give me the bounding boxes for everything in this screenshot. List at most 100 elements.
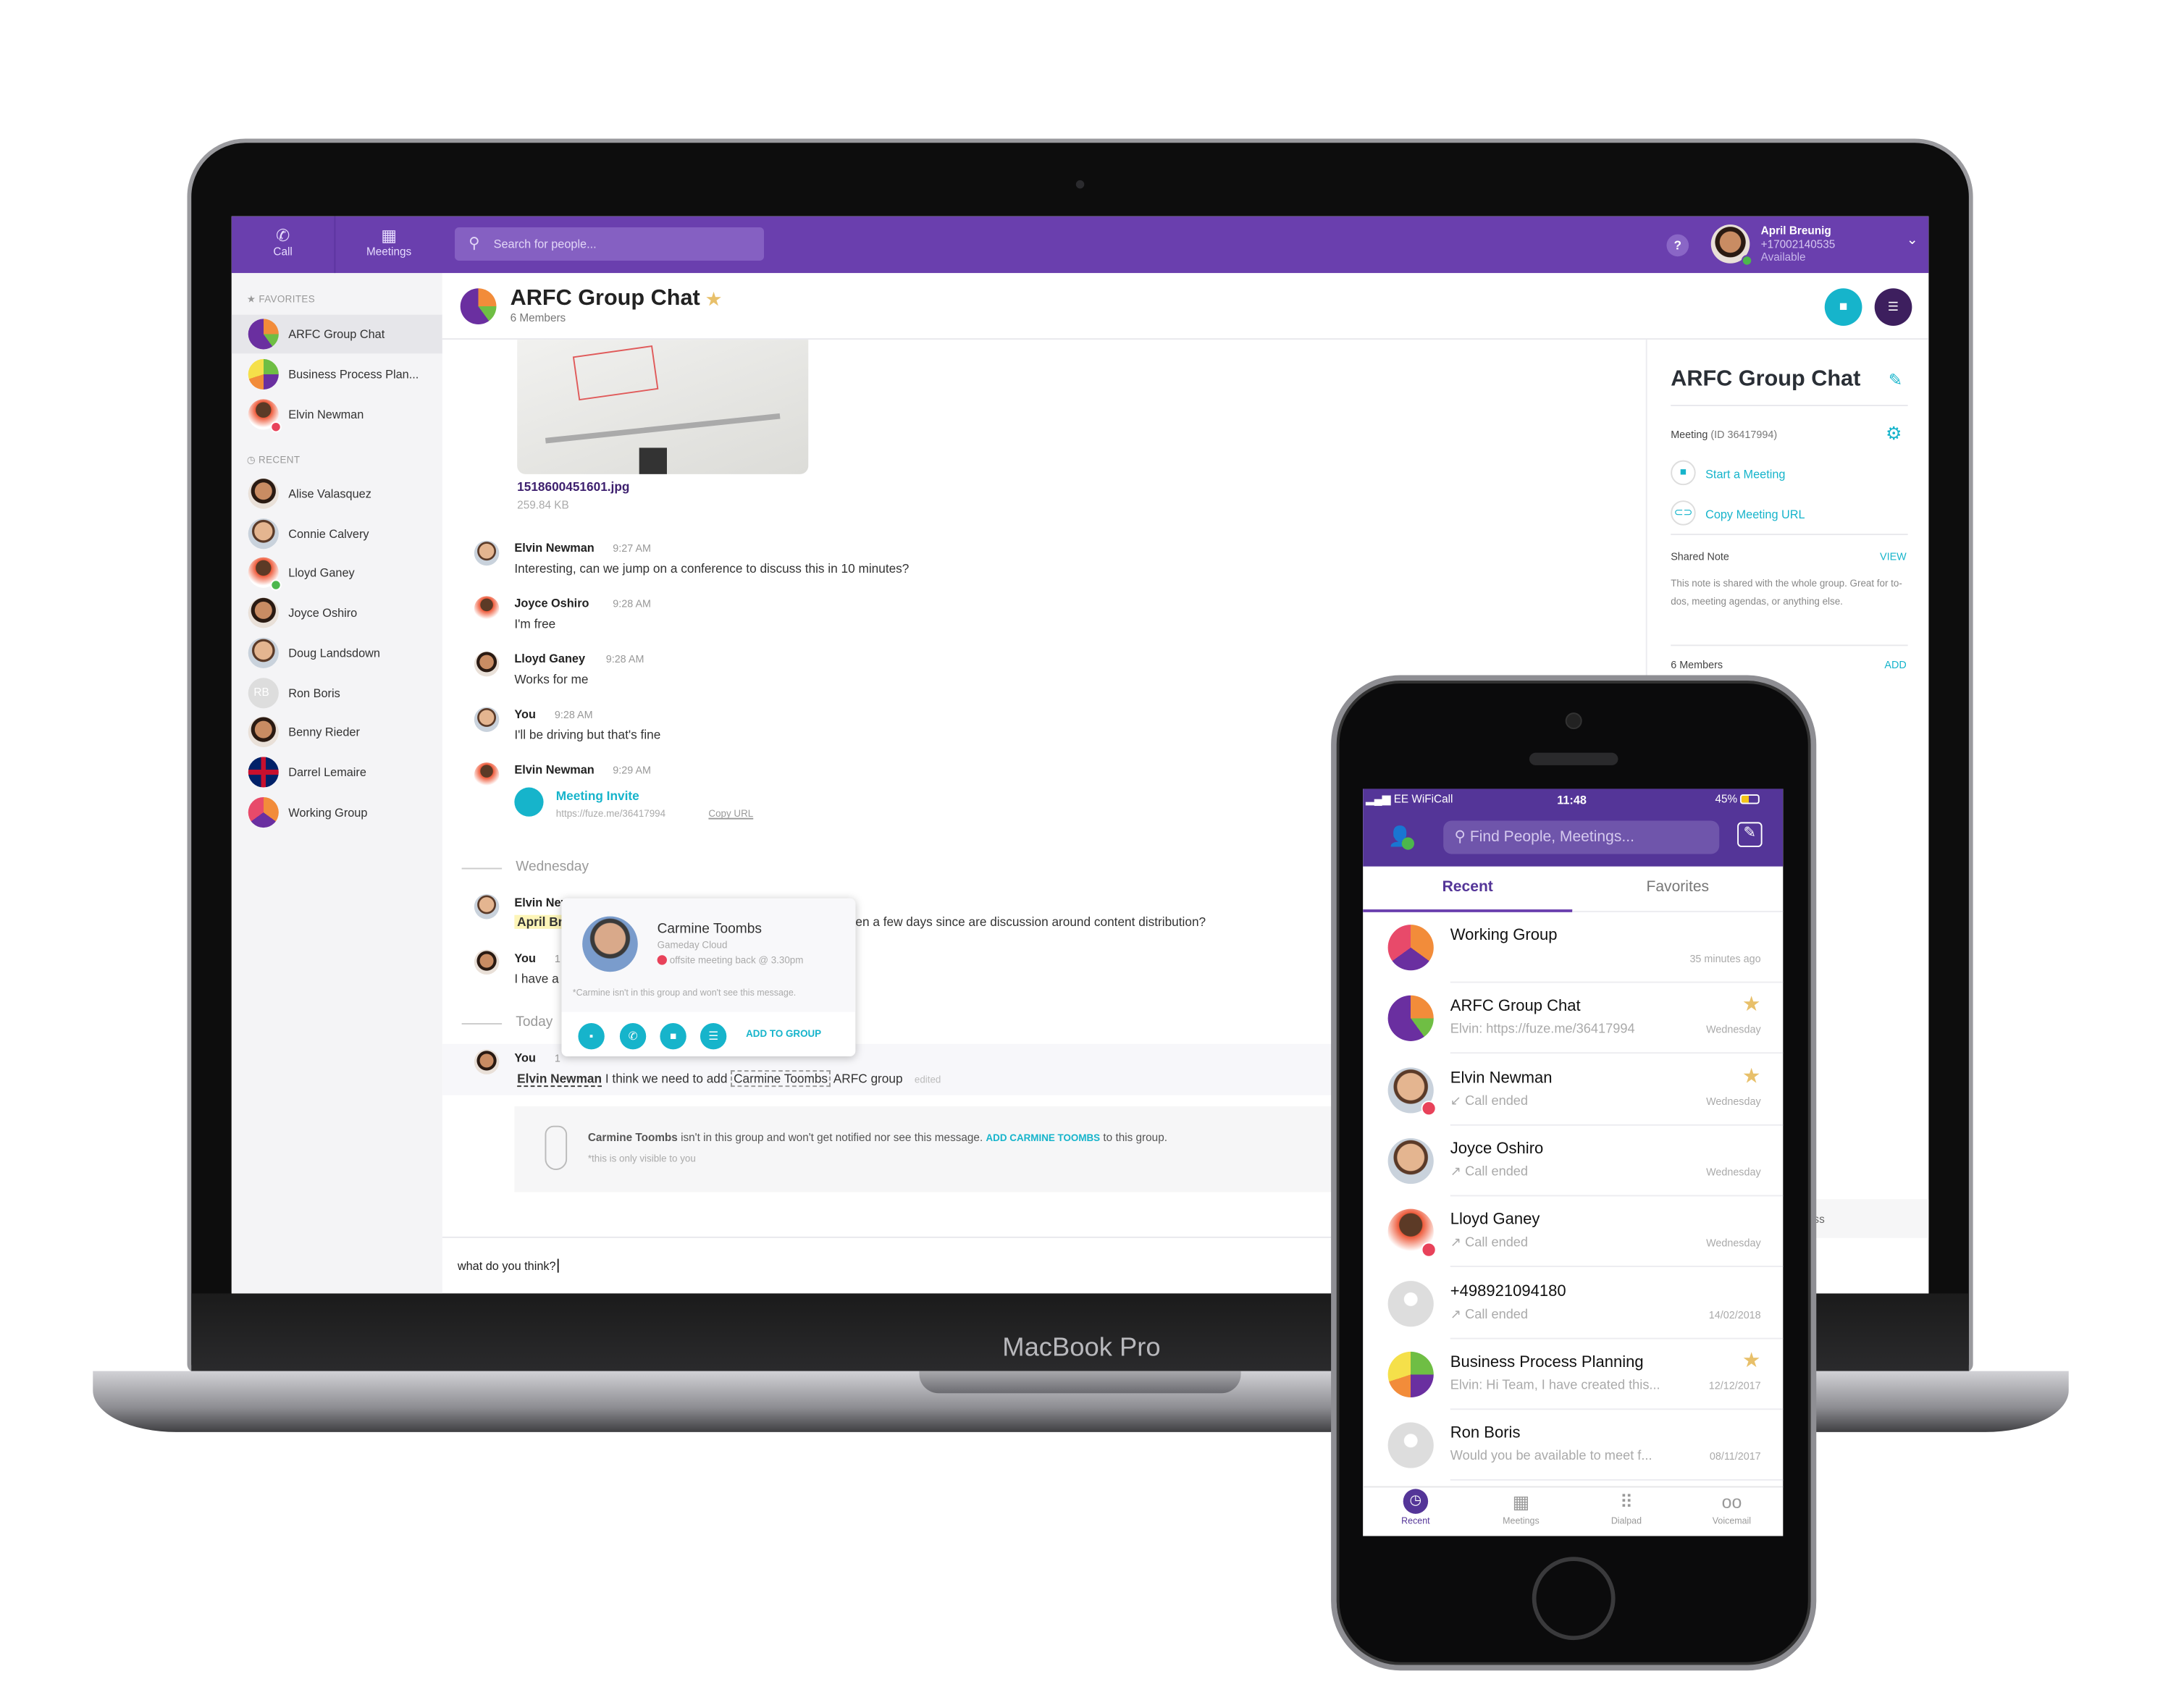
avatar — [474, 762, 500, 788]
image-attachment[interactable] — [517, 340, 809, 474]
available-status-icon — [270, 580, 282, 592]
message-composer[interactable]: what do you think? — [458, 1258, 559, 1273]
call-button[interactable]: ✆ Call — [232, 216, 336, 274]
add-carmine-link[interactable]: ADD CARMINE TOOMBS — [986, 1134, 1101, 1143]
star-icon[interactable]: ★ — [1742, 992, 1761, 1017]
sidebar-item-label: ARFC Group Chat — [288, 327, 385, 342]
star-icon[interactable]: ★ — [706, 290, 721, 309]
mention[interactable]: Elvin Newman — [517, 1072, 602, 1088]
recent-header: ◷ RECENT — [247, 455, 301, 466]
chat-header: ARFC Group Chat ★ 6 Members ■ ☰ — [442, 273, 1929, 340]
user-status: Available — [1760, 251, 1806, 264]
mention-pending[interactable]: Carmine Toombs — [731, 1070, 831, 1088]
sidebar-item[interactable]: ARFC Group Chat — [231, 314, 442, 354]
meeting-info: Meeting (ID 36417994) — [1671, 429, 1777, 441]
copy-url-link[interactable]: Copy URL — [708, 809, 753, 819]
divider-line — [461, 1023, 503, 1025]
tab-favorites[interactable]: Favorites — [1572, 867, 1784, 912]
contacts-icon[interactable]: 👤 — [1388, 825, 1414, 850]
meeting-invite-title[interactable]: Meeting Invite — [556, 788, 639, 802]
favorites-label: FAVORITES — [259, 295, 316, 306]
video-call-button[interactable]: ■ — [1824, 288, 1862, 326]
group-info-button[interactable]: ☰ — [1874, 288, 1912, 326]
item-name: Joyce Oshiro — [1450, 1140, 1544, 1158]
bot-icon — [545, 1125, 568, 1171]
message-time: 9:28 AM — [613, 597, 652, 610]
copy-meeting-url-link[interactable]: Copy Meeting URL — [1705, 508, 1805, 521]
avatar — [1387, 1351, 1434, 1397]
item-subtitle: ↙ Call ended — [1450, 1093, 1529, 1108]
message-time: 1 — [554, 1052, 560, 1065]
search-placeholder: Search for people... — [493, 237, 597, 251]
home-button[interactable] — [1532, 1557, 1616, 1641]
avatar — [474, 651, 500, 677]
avatar — [1387, 1208, 1437, 1258]
meeting-invite-url[interactable]: https://fuze.me/36417994 — [556, 809, 665, 819]
chevron-down-icon[interactable]: ⌄ — [1907, 233, 1918, 248]
meetings-button[interactable]: ▦ Meetings — [335, 216, 442, 274]
recent-list-item[interactable]: Elvin Newman ↙ Call ended Wednesday ★ — [1363, 1054, 1784, 1125]
status-time: 11:48 — [1557, 793, 1587, 807]
item-date: Wednesday — [1706, 1166, 1761, 1179]
chat-button[interactable]: ▪ — [578, 1023, 605, 1050]
avatar — [248, 319, 279, 350]
message-text: Works for me — [514, 672, 589, 686]
contact-status: offsite meeting back @ 3.30pm — [657, 955, 803, 967]
recent-list-item[interactable]: Lloyd Ganey ↗ Call ended Wednesday — [1363, 1197, 1784, 1268]
call-contact-button[interactable]: ✆ — [619, 1023, 647, 1050]
add-to-group-button[interactable]: ADD TO GROUP — [746, 1030, 821, 1040]
sidebar-item[interactable]: Working Group — [232, 792, 442, 831]
view-note-button[interactable]: VIEW — [1880, 550, 1907, 563]
mobile-search-input[interactable]: ⚲ Find People, Meetings... — [1443, 820, 1720, 854]
bottom-tab-voicemail[interactable]: oo Voicemail — [1679, 1486, 1784, 1536]
recent-label: RECENT — [259, 455, 301, 466]
dialpad-icon: ⠿ — [1619, 1492, 1634, 1513]
bottom-tab-dialpad[interactable]: ⠿ Dialpad — [1574, 1486, 1679, 1536]
video-contact-button[interactable]: ■ — [660, 1023, 686, 1050]
meeting-invite-icon[interactable] — [514, 787, 544, 817]
sidebar-item[interactable]: Benny Rieder — [232, 713, 442, 752]
profile-button[interactable]: ☰ — [700, 1023, 727, 1050]
avatar — [474, 1049, 500, 1074]
tab-recent[interactable]: Recent — [1363, 867, 1573, 912]
sidebar-item[interactable]: RB Ron Boris — [232, 673, 442, 712]
search-input[interactable]: ⚲ Search for people... — [455, 227, 764, 261]
user-info[interactable]: April Breunig +17002140535 Available — [1761, 224, 1836, 264]
sidebar-item[interactable]: Connie Calvery — [232, 514, 442, 553]
link-icon: ⊂⊃ — [1671, 500, 1696, 526]
bottom-tab-meetings[interactable]: ▦ Meetings — [1469, 1486, 1574, 1536]
gear-icon[interactable]: ⚙ — [1886, 423, 1902, 445]
sidebar-item[interactable]: Joyce Oshiro — [232, 594, 442, 633]
sidebar-item[interactable]: Elvin Newman — [232, 395, 442, 434]
members-label: 6 Members — [1671, 658, 1723, 671]
help-button[interactable]: ? — [1666, 234, 1689, 257]
recent-list-item[interactable]: ARFC Group Chat Elvin: https://fuze.me/36… — [1363, 983, 1784, 1054]
start-meeting-link[interactable]: Start a Meeting — [1705, 467, 1785, 481]
sidebar-item[interactable]: Alise Valasquez — [232, 474, 442, 513]
sidebar-item[interactable]: Doug Landsdown — [232, 634, 442, 673]
recent-list-item[interactable]: Ron Boris Would you be available to meet … — [1363, 1410, 1784, 1481]
mobile-search-placeholder: Find People, Meetings... — [1469, 828, 1634, 846]
message-author: Elvin Newman — [514, 540, 595, 555]
add-member-button[interactable]: ADD — [1884, 658, 1906, 670]
sidebar-item[interactable]: Business Process Plan... — [232, 355, 442, 394]
star-icon[interactable]: ★ — [1742, 1063, 1761, 1088]
attachment-filename[interactable]: 1518600451601.jpg — [517, 479, 629, 493]
phone-earpiece — [1529, 752, 1618, 765]
recent-list-item[interactable]: Joyce Oshiro ↗ Call ended Wednesday — [1363, 1126, 1784, 1197]
user-avatar[interactable] — [1710, 224, 1753, 266]
pencil-icon[interactable]: ✎ — [1889, 370, 1902, 390]
star-icon[interactable]: ★ — [1742, 1347, 1761, 1373]
recent-list-item[interactable]: Working Group 35 minutes ago — [1363, 912, 1784, 983]
notice-tail: to this group. — [1103, 1131, 1167, 1144]
message-text: Elvin Newman I think we need to add Carm… — [517, 1070, 941, 1088]
message-author: You — [514, 951, 536, 965]
sidebar-item[interactable]: Darrel Lemaire — [232, 752, 442, 791]
sidebar-item[interactable]: Lloyd Ganey — [232, 554, 442, 593]
bottom-tab-recent[interactable]: ◷ Recent — [1363, 1486, 1469, 1536]
recent-list-item[interactable]: Business Process Planning Elvin: Hi Team,… — [1363, 1339, 1784, 1410]
compose-icon[interactable]: ✎ — [1737, 822, 1763, 847]
recent-list-item[interactable]: +498921094180 ↗ Call ended 14/02/2018 — [1363, 1268, 1784, 1339]
mention[interactable]: April Br — [514, 914, 566, 929]
avatar — [248, 399, 282, 433]
